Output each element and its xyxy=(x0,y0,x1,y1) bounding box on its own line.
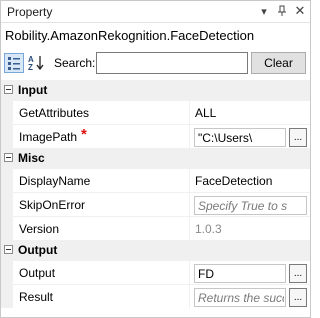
property-value[interactable]: FaceDetection xyxy=(195,174,272,188)
property-value-field[interactable]: "C:\Users\ xyxy=(194,128,286,147)
search-label: Search: xyxy=(54,56,96,70)
ellipsis-button[interactable]: ... xyxy=(289,288,307,307)
column-divider xyxy=(189,101,190,124)
property-value: "C:\Users\ xyxy=(198,131,253,145)
property-value-field[interactable]: FD xyxy=(194,264,286,283)
property-row-version: Version 1.0.3 xyxy=(1,216,310,240)
column-divider xyxy=(189,261,190,284)
property-row-getattributes[interactable]: GetAttributes ALL xyxy=(1,100,310,124)
property-value[interactable]: ALL xyxy=(195,106,216,120)
row-gutter xyxy=(1,169,13,192)
property-grid: Input GetAttributes ALL ImagePath * "C:\… xyxy=(1,80,310,308)
property-name: Version xyxy=(19,222,60,236)
row-gutter xyxy=(1,285,13,308)
property-value: FD xyxy=(198,267,214,281)
row-gutter xyxy=(1,261,13,284)
categorized-view-button[interactable] xyxy=(4,53,24,73)
property-value-placeholder: Returns the succ xyxy=(198,291,284,305)
clear-button[interactable]: Clear xyxy=(251,52,306,74)
category-misc: Misc xyxy=(1,148,310,168)
ellipsis-button[interactable]: ... xyxy=(289,264,307,283)
property-toolbar: A Z Search: Clear xyxy=(1,50,310,78)
column-divider xyxy=(189,125,190,148)
property-row-imagepath[interactable]: ImagePath * "C:\Users\ ... xyxy=(1,124,310,148)
panel-title: Property xyxy=(7,5,53,19)
pin-icon-shape xyxy=(278,5,286,16)
property-row-skiponerror[interactable]: SkipOnError Specify True to s xyxy=(1,192,310,216)
property-panel: Property ▾ ✕ Robility.AmazonRekognition.… xyxy=(0,0,311,318)
property-value-field[interactable]: Specify True to s xyxy=(194,196,307,215)
panel-titlebar: Property ▾ ✕ xyxy=(1,1,310,23)
category-output: Output xyxy=(1,240,310,260)
category-label: Output xyxy=(18,243,58,257)
property-row-result[interactable]: Result Returns the succ ... xyxy=(1,284,310,308)
required-indicator: * xyxy=(81,126,87,143)
property-value: 1.0.3 xyxy=(195,222,222,236)
property-value-field[interactable]: Returns the succ xyxy=(194,288,286,307)
column-divider xyxy=(189,217,190,240)
alphabetical-sort-button[interactable]: A Z xyxy=(26,53,46,73)
column-divider xyxy=(189,193,190,216)
property-value-placeholder: Specify True to s xyxy=(198,199,288,213)
ellipsis-button[interactable]: ... xyxy=(289,128,307,147)
collapse-icon[interactable] xyxy=(4,245,13,254)
category-label: Input xyxy=(18,83,48,97)
property-name: Result xyxy=(19,290,54,304)
row-gutter xyxy=(1,217,13,240)
component-name: Robility.AmazonRekognition.FaceDetection xyxy=(5,28,255,43)
categorized-icon xyxy=(8,57,20,70)
property-name: GetAttributes xyxy=(19,106,90,120)
category-input: Input xyxy=(1,80,310,100)
category-label: Misc xyxy=(18,151,45,165)
property-name: Output xyxy=(19,266,56,280)
pin-icon[interactable] xyxy=(274,3,290,19)
property-name: SkipOnError xyxy=(19,198,86,212)
property-row-displayname[interactable]: DisplayName FaceDetection xyxy=(1,168,310,192)
close-icon[interactable]: ✕ xyxy=(292,3,308,19)
property-row-output[interactable]: Output FD ... xyxy=(1,260,310,284)
svg-text:Z: Z xyxy=(28,63,33,72)
collapse-icon[interactable] xyxy=(4,85,13,94)
column-divider xyxy=(189,285,190,308)
search-input[interactable] xyxy=(96,52,248,74)
property-name: DisplayName xyxy=(19,174,91,188)
row-gutter xyxy=(1,101,13,124)
property-name: ImagePath xyxy=(19,130,78,144)
collapse-icon[interactable] xyxy=(4,153,13,162)
chevron-down-icon[interactable]: ▾ xyxy=(256,3,272,19)
row-gutter xyxy=(1,125,13,148)
row-gutter xyxy=(1,193,13,216)
sort-alpha-icon: A Z xyxy=(28,55,44,72)
column-divider xyxy=(189,169,190,192)
